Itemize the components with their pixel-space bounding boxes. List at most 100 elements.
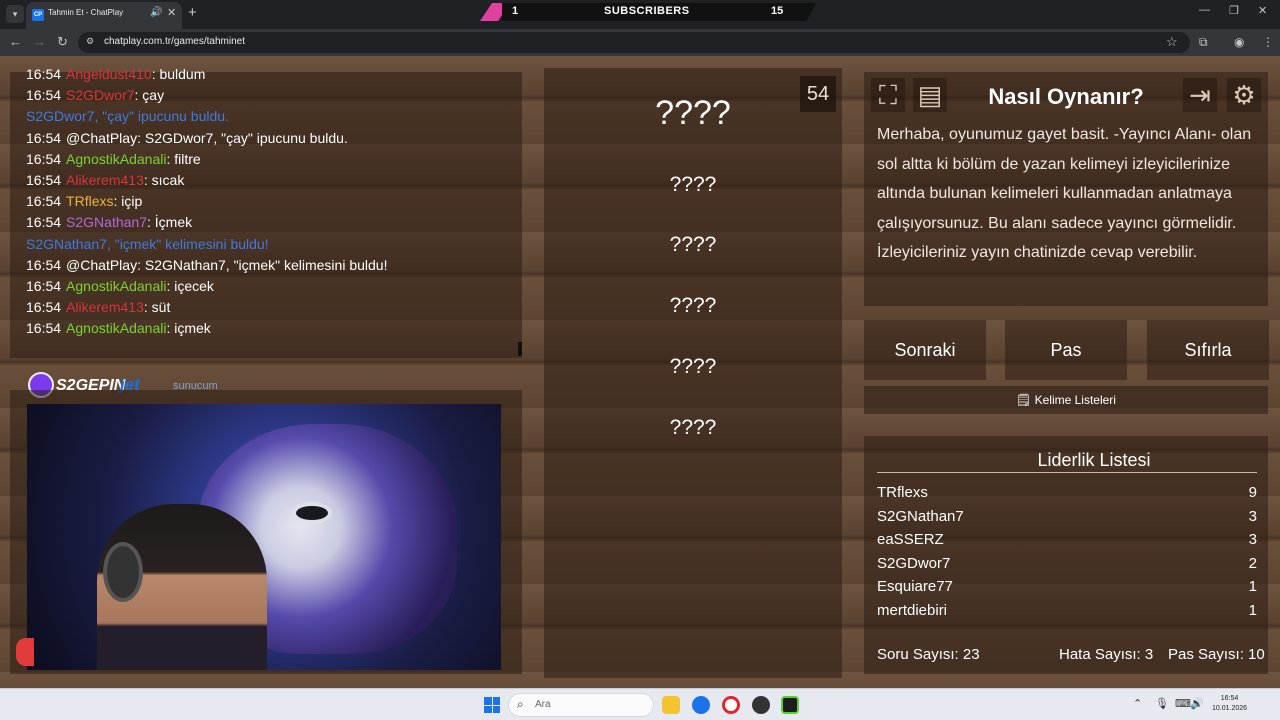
chrome-icon[interactable] [692,696,710,714]
search-placeholder: Ara [535,699,551,710]
leaderboard-row: S2GDwor7 2 [877,555,1257,575]
next-button[interactable]: Sonraki [864,320,986,380]
leaderboard-name: S2GDwor7 [877,554,951,572]
leaderboard-row: Esquiare77 1 [877,578,1257,598]
back-arrow-icon[interactable]: ← [9,34,22,49]
chat-time: 16:54 [26,214,62,231]
chat-text: : sıcak [143,172,185,188]
volume-icon[interactable]: 🔊 [1190,697,1204,710]
system-clock[interactable]: 16:54 10.01.2026 [1212,694,1247,714]
browser-toolbar: ← → ↻ ⚙ chatplay.com.tr/games/tahminet ☆… [0,29,1280,56]
leaderboard-name: Esquiare77 [877,578,953,596]
obs-icon[interactable] [752,696,770,714]
chat-username[interactable]: Angeldust410 [66,66,152,82]
how-to-title: Nasıl Oynanır? [988,84,1144,109]
minimize-icon[interactable]: — [1199,4,1210,16]
close-icon[interactable]: ✕ [167,6,176,19]
pass-button[interactable]: Pas [1005,320,1127,380]
opera-icon[interactable] [722,696,740,714]
list-icon: 🗒 [1016,393,1035,407]
chat-message: 16:54 S2GNathan7: İçmek [26,214,192,230]
speaker-icon[interactable]: 🔊 [150,7,162,18]
chat-username[interactable]: S2GNathan7 [66,214,147,230]
chevron-up-icon[interactable]: ⌃ [1133,697,1142,710]
chat-message: 16:54 Alikerem413: süt [26,299,170,315]
windows-start-icon[interactable] [484,697,500,713]
chat-username[interactable]: Alikerem413 [66,172,144,188]
tab-title: Tahmin Et - ChatPlay [48,8,124,17]
chat-time: 16:54 [26,150,62,167]
chat-text: : filtre [166,150,201,167]
tab-tahmin-et[interactable]: CP Tahmin Et - ChatPlay 🔊 ✕ [26,2,182,29]
leaderboard-row: mertdiebiri 1 [877,602,1257,622]
leaderboard-name: TRflexs [877,484,928,501]
question-count: Soru Sayısı: 23 [877,646,980,663]
clock-date: 10.01.2026 [1212,705,1248,712]
chat-username[interactable]: AgnostikAdanali [66,320,166,336]
subscribers-banner: 1 SUBSCRIBERS 15 [480,3,816,21]
chat-time: 16:54 [26,320,62,337]
leaderboard-row: TRflexs 9 [877,484,1257,504]
profile-avatar-icon[interactable]: ◉ [1234,35,1244,49]
chat-username[interactable]: @ChatPlay [66,130,137,146]
chat-username[interactable]: S2GDwor7, "çay" ipucunu buldu. [26,108,229,124]
restore-icon[interactable]: ❐ [1229,4,1239,17]
chat-time: 16:54 [26,193,62,210]
extensions-icon[interactable]: ⧉ [1199,35,1208,50]
microphone-icon[interactable]: 🎙 [1155,697,1169,710]
chat-scrollbar[interactable] [518,342,522,356]
chat-time: 16:54 [26,299,62,316]
chat-username[interactable]: TRflexs [66,193,113,209]
reset-button[interactable]: Sıfırla [1147,320,1269,380]
chat-username[interactable]: AgnostikAdanali [66,151,166,167]
chat-message: 16:54 AgnostikAdanali: içmek [26,320,211,336]
window-close-icon[interactable]: ✕ [1258,4,1267,17]
headphone [103,542,143,602]
hint-word: ???? [669,173,717,196]
pass-count: Pas Sayısı: 10 [1168,646,1265,663]
tab-list-icon[interactable]: ▾ [6,5,24,23]
terminal-icon[interactable] [781,696,799,714]
chat-text: : İçmek [147,214,193,231]
forward-arrow-icon[interactable]: → [33,34,46,49]
leaderboard-score: 9 [1248,484,1257,501]
menu-kebab-icon[interactable]: ⋮ [1262,35,1274,49]
chat-text: : süt [143,299,171,316]
chat-username[interactable]: S2GDwor7 [66,87,134,103]
reload-icon[interactable]: ↻ [57,34,68,50]
address-bar[interactable]: ⚙ chatplay.com.tr/games/tahminet ☆ [78,32,1190,53]
leaderboard-name: mertdiebiri [877,602,948,619]
chat-text: : S2GNathan7, "içmek" kelimesini buldu! [137,256,388,273]
chat-time: 16:54 [26,66,62,82]
chat-username[interactable]: @ChatPlay [66,257,137,273]
game-page: 16:54 Angeldust410: buldum 16:54 S2GDwor7: … [0,56,1280,688]
chat-message: 16:54 @ChatPlay: S2GDwor7, "çay" ipucunu … [26,130,348,146]
chat-panel: 16:54 Angeldust410: buldum 16:54 S2GDwor7: … [10,66,522,358]
file-explorer-icon[interactable] [662,696,680,714]
hint-word: ???? [669,233,717,256]
chat-username[interactable]: S2GNathan7, "içmek" kelimesini buldu! [26,236,269,252]
word-lists-button[interactable]: 🗒 Kelime Listeleri [864,386,1268,414]
chat-message: 16:54 @ChatPlay: S2GNathan7, "içmek" keli… [26,257,387,273]
network-icon[interactable]: ⌨ [1175,697,1191,710]
bookmark-star-icon[interactable]: ☆ [1166,34,1178,50]
chat-time: 16:54 [26,87,62,104]
subscribers-label: SUBSCRIBERS [604,5,690,17]
chat-text: : içecek [166,278,214,294]
chat-time: 16:54 [26,129,62,146]
taskbar-search[interactable]: ⌕ Ara [508,693,654,717]
chat-username[interactable]: Alikerem413 [66,299,144,315]
windows-taskbar: ⌕ Ara ⌃ 🎙 ⌨ 🔊 16:54 10.01.2026 [0,688,1280,720]
new-tab-icon[interactable]: + [188,4,197,21]
chat-message: S2GNathan7, "içmek" kelimesini buldu! [26,236,269,252]
chat-time: 16:54 [26,256,62,273]
word-lists-label: Kelime Listeleri [1034,393,1116,407]
subscriber-count-left: 1 [512,5,519,17]
chat-text: : buldum [151,66,206,82]
chat-time: 16:54 [26,278,62,294]
chat-time: 16:54 [26,172,62,188]
chat-username[interactable]: AgnostikAdanali [66,278,166,294]
url-text[interactable]: chatplay.com.tr/games/tahminet [104,36,245,47]
subscriber-count-right: 15 [771,5,784,17]
site-info-icon[interactable]: ⚙ [86,36,94,47]
